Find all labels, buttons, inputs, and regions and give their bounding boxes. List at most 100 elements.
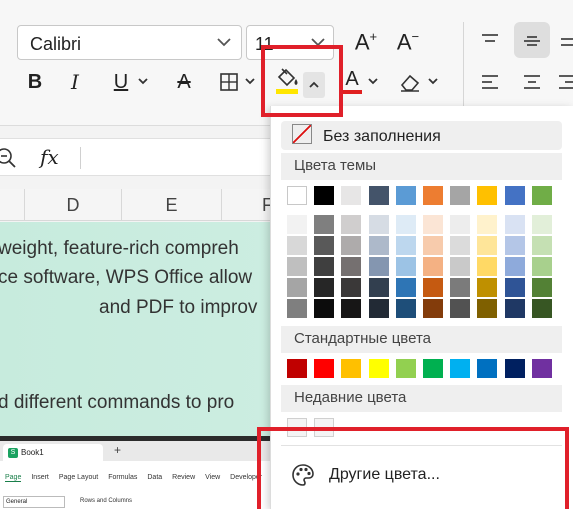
underline-button[interactable]: U [108, 68, 134, 96]
theme-shade-swatch[interactable] [504, 236, 525, 255]
theme-shade-swatch[interactable] [314, 236, 335, 255]
theme-shade-swatch[interactable] [423, 299, 443, 318]
theme-color-swatch[interactable] [423, 186, 443, 205]
theme-shade-swatch[interactable] [341, 215, 362, 234]
theme-shade-swatch[interactable] [477, 257, 498, 276]
clear-dropdown-button[interactable] [426, 74, 440, 88]
theme-shade-swatch[interactable] [423, 215, 443, 234]
theme-color-swatch[interactable] [504, 186, 525, 205]
font-name-combobox[interactable]: Calibri [17, 25, 242, 60]
increase-font-button[interactable]: A+ [352, 28, 380, 56]
borders-button[interactable] [216, 69, 242, 95]
theme-shade-swatch[interactable] [314, 299, 335, 318]
column-header-c[interactable] [0, 189, 25, 221]
align-bottom-button[interactable] [558, 26, 573, 54]
standard-color-swatch[interactable] [368, 359, 389, 378]
clear-format-button[interactable] [396, 68, 424, 96]
theme-shade-swatch[interactable] [314, 278, 335, 297]
theme-shade-swatch[interactable] [423, 236, 443, 255]
standard-color-swatch[interactable] [531, 359, 552, 378]
standard-color-swatch[interactable] [450, 359, 471, 378]
theme-shade-swatch[interactable] [341, 278, 362, 297]
theme-shade-swatch[interactable] [395, 299, 416, 318]
zoom-icon[interactable] [0, 147, 18, 169]
theme-shade-swatch[interactable] [395, 278, 416, 297]
standard-color-swatch[interactable] [341, 359, 362, 378]
theme-shade-swatch[interactable] [423, 278, 443, 297]
theme-shade-swatch[interactable] [504, 278, 525, 297]
standard-color-swatch[interactable] [314, 359, 335, 378]
theme-color-swatch[interactable] [450, 186, 471, 205]
theme-shade-swatch[interactable] [450, 236, 471, 255]
underline-dropdown-button[interactable] [136, 74, 150, 88]
theme-shade-swatch[interactable] [287, 278, 307, 297]
theme-shade-swatch[interactable] [423, 257, 443, 276]
standard-color-swatch[interactable] [395, 359, 416, 378]
theme-shade-swatch[interactable] [287, 299, 307, 318]
theme-shade-swatch[interactable] [314, 257, 335, 276]
theme-shade-swatch[interactable] [531, 257, 552, 276]
standard-color-swatch[interactable] [287, 359, 307, 378]
align-right-button[interactable] [556, 68, 573, 96]
standard-color-swatch[interactable] [504, 359, 525, 378]
theme-shade-swatch[interactable] [368, 236, 389, 255]
italic-button[interactable]: I [62, 68, 88, 96]
theme-shade-swatch[interactable] [477, 278, 498, 297]
theme-shade-swatch[interactable] [450, 299, 471, 318]
standard-color-swatch[interactable] [477, 359, 498, 378]
insert-function-button[interactable]: fx [40, 145, 59, 169]
theme-shade-swatch[interactable] [504, 257, 525, 276]
theme-shade-swatch[interactable] [450, 257, 471, 276]
theme-color-swatch[interactable] [314, 186, 335, 205]
theme-shade-swatch[interactable] [368, 278, 389, 297]
font-color-button[interactable]: A [340, 64, 364, 98]
no-fill-option[interactable]: Без заполнения [281, 121, 562, 150]
theme-shade-swatch[interactable] [450, 278, 471, 297]
theme-shade-swatch[interactable] [287, 257, 307, 276]
theme-shade-swatch[interactable] [314, 215, 335, 234]
theme-shade-swatch[interactable] [341, 299, 362, 318]
theme-shade-swatch[interactable] [368, 215, 389, 234]
theme-shade-swatch[interactable] [531, 299, 552, 318]
align-left-button[interactable] [476, 68, 504, 96]
align-middle-button[interactable] [518, 26, 546, 54]
theme-shade-swatch[interactable] [477, 299, 498, 318]
theme-shade-swatch[interactable] [395, 257, 416, 276]
theme-color-swatch[interactable] [287, 186, 307, 205]
align-top-button[interactable] [476, 26, 504, 54]
theme-color-swatch[interactable] [531, 186, 552, 205]
align-center-button[interactable] [518, 68, 546, 96]
theme-shade-swatch[interactable] [341, 236, 362, 255]
theme-color-swatch[interactable] [368, 186, 389, 205]
column-header-e[interactable]: E [122, 189, 222, 221]
theme-shade-swatch[interactable] [341, 257, 362, 276]
theme-shade-swatch[interactable] [531, 278, 552, 297]
decrease-font-button[interactable]: A− [394, 28, 422, 56]
theme-color-swatch[interactable] [341, 186, 362, 205]
theme-shade-swatch[interactable] [504, 299, 525, 318]
embedded-menu-item: Review [172, 474, 196, 481]
strikethrough-button[interactable]: A [170, 68, 198, 96]
theme-shade-swatch[interactable] [504, 215, 525, 234]
theme-shade-swatch[interactable] [450, 215, 471, 234]
theme-shade-swatch[interactable] [395, 236, 416, 255]
theme-color-swatch[interactable] [477, 186, 498, 205]
bold-button[interactable]: B [22, 68, 48, 96]
borders-dropdown-button[interactable] [243, 74, 257, 88]
align-top-icon [482, 34, 498, 42]
align-left-icon [482, 75, 498, 89]
theme-shade-swatch[interactable] [531, 236, 552, 255]
standard-color-swatch[interactable] [423, 359, 443, 378]
font-color-dropdown-button[interactable] [366, 74, 380, 88]
theme-shade-swatch[interactable] [287, 215, 307, 234]
theme-shade-swatch[interactable] [368, 257, 389, 276]
theme-shade-swatch[interactable] [477, 215, 498, 234]
theme-shade-swatch[interactable] [368, 299, 389, 318]
theme-shade-swatch[interactable] [395, 215, 416, 234]
column-header-d[interactable]: D [25, 189, 122, 221]
chevron-down-icon[interactable] [215, 33, 233, 56]
theme-shade-swatch[interactable] [531, 215, 552, 234]
theme-shade-swatch[interactable] [287, 236, 307, 255]
theme-shade-swatch[interactable] [477, 236, 498, 255]
theme-color-swatch[interactable] [395, 186, 416, 205]
